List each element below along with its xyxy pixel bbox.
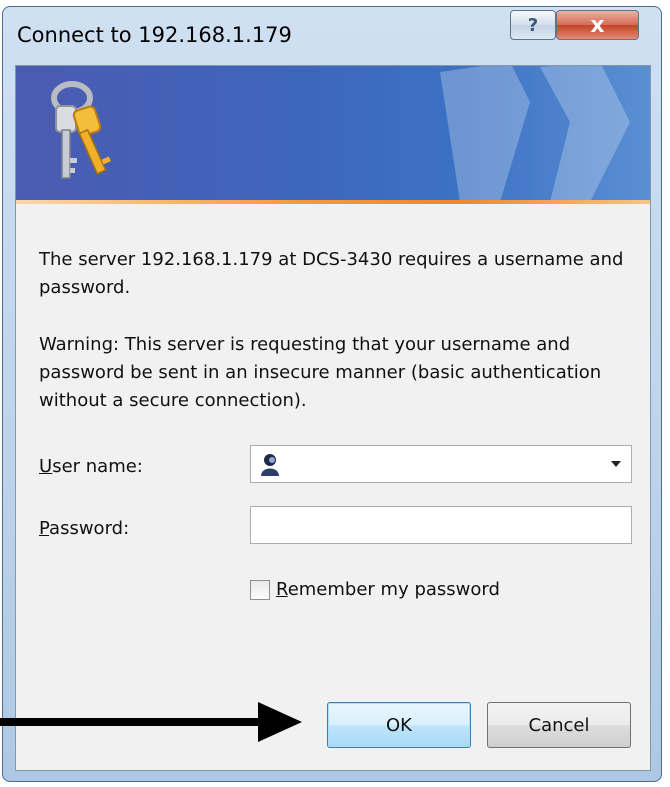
password-field[interactable] bbox=[250, 506, 632, 544]
ok-button[interactable]: OK bbox=[327, 702, 471, 748]
chevron-down-icon[interactable] bbox=[611, 461, 621, 467]
remember-label-text: emember my password bbox=[287, 579, 500, 600]
user-icon bbox=[261, 454, 279, 476]
watermark-keys-icon bbox=[440, 66, 630, 200]
remember-label-mnemonic: R bbox=[276, 579, 288, 600]
pointer-arrow-icon bbox=[0, 702, 302, 742]
password-label-text: assword: bbox=[49, 518, 130, 539]
username-label-text: ser name: bbox=[52, 456, 143, 477]
close-icon: x bbox=[590, 12, 605, 38]
cancel-button[interactable]: Cancel bbox=[487, 702, 631, 748]
server-message: The server 192.168.1.179 at DCS-3430 req… bbox=[39, 249, 624, 298]
username-label: User name: bbox=[39, 456, 143, 477]
password-label-mnemonic: P bbox=[39, 518, 50, 539]
dialog-banner bbox=[16, 66, 650, 200]
help-button[interactable]: ? bbox=[510, 10, 556, 40]
dialog-title: Connect to 192.168.1.179 bbox=[17, 23, 292, 47]
banner-accent-line bbox=[16, 200, 650, 204]
remember-password-label[interactable]: Remember my password bbox=[276, 579, 500, 600]
dialog-body: The server 192.168.1.179 at DCS-3430 req… bbox=[15, 65, 651, 771]
keys-icon bbox=[51, 81, 111, 179]
username-combobox[interactable] bbox=[250, 445, 632, 483]
username-label-mnemonic: U bbox=[39, 456, 53, 477]
remember-password-row[interactable]: Remember my password bbox=[250, 579, 500, 600]
help-icon: ? bbox=[527, 14, 539, 36]
password-label: Password: bbox=[39, 518, 129, 539]
close-button[interactable]: x bbox=[556, 10, 639, 40]
warning-message: Warning: This server is requesting that … bbox=[39, 334, 602, 411]
remember-password-checkbox[interactable] bbox=[250, 579, 270, 600]
login-dialog: Connect to 192.168.1.179 ? x The server … bbox=[2, 6, 662, 782]
